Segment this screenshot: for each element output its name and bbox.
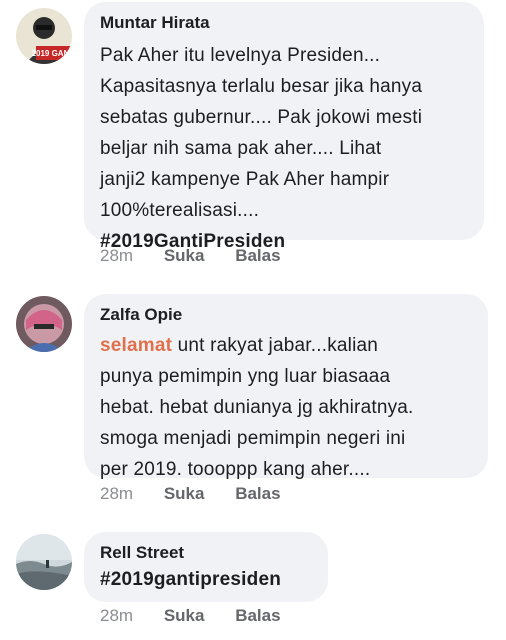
comment-timestamp[interactable]: 28m (100, 246, 133, 265)
avatar[interactable]: 2019 GANTI (16, 8, 72, 64)
comment-text: punya pemimpin yng luar biasaaa hebat. h… (100, 366, 414, 480)
highlighted-word: selamat (100, 335, 173, 356)
avatar-image (16, 534, 72, 590)
comment-bubble: Muntar Hirata Pak Aher itu levelnya Pres… (84, 2, 484, 252)
comment-text-first-line: selamat unt rakyat jabar...kalian (100, 330, 472, 361)
comment-bubble: Rell Street #2019gantipresiden (84, 532, 328, 602)
reply-button[interactable]: Balas (235, 246, 280, 265)
comment-hashtag[interactable]: #2019gantipresiden (100, 564, 312, 595)
like-button[interactable]: Suka (164, 484, 205, 503)
avatar-image (16, 296, 72, 352)
comment-actions: 28m Suka Balas (100, 606, 307, 626)
avatar[interactable] (16, 296, 72, 352)
comment-actions: 28m Suka Balas (100, 246, 307, 266)
comment-bubble: Zalfa Opie selamat unt rakyat jabar...ka… (84, 294, 488, 480)
like-button[interactable]: Suka (164, 246, 205, 265)
avatar[interactable] (16, 534, 72, 590)
comment-author[interactable]: Muntar Hirata (100, 12, 468, 34)
avatar-badge-text: 2019 GANTI (32, 49, 72, 58)
comment-timestamp[interactable]: 28m (100, 606, 133, 625)
comment-timestamp[interactable]: 28m (100, 484, 133, 503)
like-button[interactable]: Suka (164, 606, 205, 625)
comment-text-start: unt rakyat jabar...kalian (172, 335, 379, 356)
comment-author[interactable]: Zalfa Opie (100, 304, 472, 326)
reply-button[interactable]: Balas (235, 484, 280, 503)
comment-actions: 28m Suka Balas (100, 484, 307, 504)
comment-author[interactable]: Rell Street (100, 542, 312, 564)
avatar-image: 2019 GANTI (16, 8, 72, 64)
reply-button[interactable]: Balas (235, 606, 280, 625)
comment-text: Pak Aher itu levelnya Presiden... Kapasi… (100, 45, 423, 221)
